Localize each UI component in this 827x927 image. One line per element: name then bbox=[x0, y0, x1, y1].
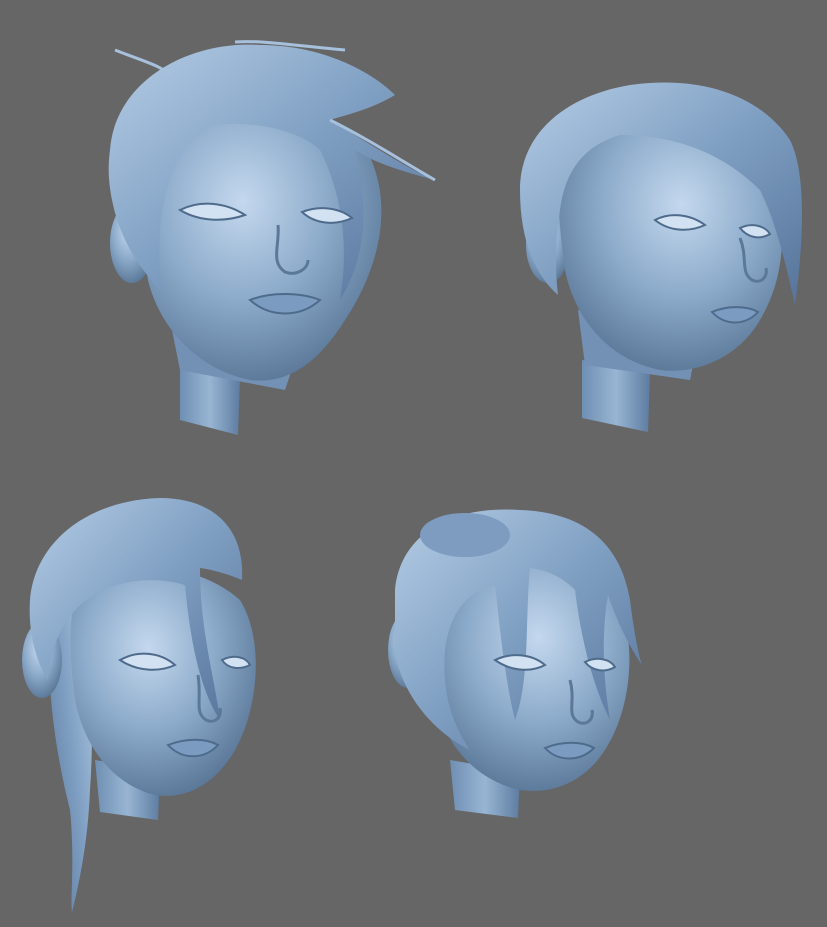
3d-viewport[interactable] bbox=[0, 0, 827, 927]
braid-bun bbox=[420, 513, 510, 557]
render-canvas[interactable] bbox=[0, 0, 827, 927]
